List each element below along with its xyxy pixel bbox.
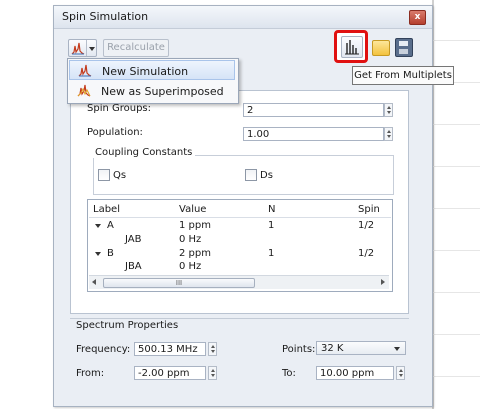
column-header-label[interactable]: Label (93, 204, 120, 215)
row-label: JAB (125, 234, 142, 245)
new-simulation-menu: New Simulation New as Superimposed (67, 58, 239, 104)
frequency-stepper[interactable] (208, 342, 217, 356)
bg-line (432, 166, 480, 167)
table-row[interactable]: JAB 0 Hz (88, 234, 390, 247)
row-n: 1 (268, 220, 275, 231)
column-header-spin[interactable]: Spin (358, 204, 380, 215)
expand-icon[interactable] (95, 252, 101, 256)
close-button[interactable]: x (409, 10, 426, 25)
scrollbar-thumb[interactable]: III (103, 278, 255, 288)
get-from-multiplets-highlight (334, 30, 368, 63)
row-value: 1 ppm (179, 220, 211, 231)
bg-line (432, 376, 480, 377)
spin-table[interactable]: Label Value N Spin A 1 ppm 1 1/2 JAB 0 H… (87, 199, 393, 292)
qs-checkbox[interactable] (98, 169, 110, 181)
ds-checkbox[interactable] (245, 169, 257, 181)
header-divider (89, 217, 391, 218)
ds-label: Ds (260, 170, 273, 181)
scroll-left-icon[interactable] (92, 279, 96, 285)
menu-item-new-as-superimposed[interactable]: New as Superimposed (69, 81, 235, 101)
spin-groups-label: Spin Groups: (87, 103, 152, 114)
tooltip: Get From Multiplets (352, 66, 454, 85)
population-input[interactable]: 1.00 (243, 127, 384, 141)
coupling-constants-title: Coupling Constants (92, 147, 196, 158)
spectrum-icon (78, 64, 92, 77)
row-label: B (107, 248, 114, 259)
points-label: Points: (282, 344, 316, 355)
points-select[interactable]: 32 K (316, 341, 406, 355)
row-spin: 1/2 (358, 248, 375, 259)
population-stepper[interactable] (384, 127, 393, 141)
points-value: 32 K (321, 343, 344, 354)
section-divider (70, 318, 409, 319)
save-icon[interactable] (395, 38, 413, 57)
bg-line (432, 40, 480, 41)
bg-line (432, 334, 480, 335)
from-stepper[interactable] (208, 366, 217, 380)
spin-groups-stepper[interactable] (384, 103, 393, 117)
multiplet-spectrum-icon (345, 40, 359, 55)
expand-icon[interactable] (95, 224, 101, 228)
menu-item-label: New as Superimposed (101, 85, 224, 98)
menu-item-new-simulation[interactable]: New Simulation (69, 60, 235, 80)
frequency-label: Frequency: (76, 344, 131, 355)
row-spin: 1/2 (358, 220, 375, 231)
superimposed-spectrum-icon (77, 84, 91, 97)
chevron-down-icon (394, 347, 400, 351)
spectrum-icon (71, 42, 85, 55)
to-input[interactable]: 10.00 ppm (316, 366, 394, 380)
new-simulation-dropdown-button[interactable] (68, 39, 97, 57)
row-value: 2 ppm (179, 248, 211, 259)
horizontal-scrollbar[interactable]: III (89, 275, 389, 289)
coupling-constants-group (93, 155, 394, 195)
to-label: To: (282, 368, 296, 379)
from-input[interactable]: -2.00 ppm (134, 366, 206, 380)
spectrum-properties-title: Spectrum Properties (76, 320, 179, 331)
table-row[interactable]: A 1 ppm 1 1/2 (88, 220, 390, 233)
recalculate-button[interactable]: Recalculate (103, 39, 169, 57)
row-value: 0 Hz (179, 261, 202, 272)
scroll-right-icon[interactable] (381, 279, 385, 285)
from-label: From: (76, 368, 105, 379)
menu-item-label: New Simulation (102, 65, 189, 78)
row-label: JBA (125, 261, 142, 272)
spin-groups-input[interactable]: 2 (243, 103, 384, 117)
folder-icon[interactable] (372, 40, 390, 56)
column-header-n[interactable]: N (268, 204, 275, 215)
row-label: A (107, 220, 114, 231)
title-bar: Spin Simulation x (54, 6, 432, 29)
column-header-value[interactable]: Value (179, 204, 206, 215)
bg-line (432, 124, 480, 125)
bg-line (432, 292, 480, 293)
get-from-multiplets-button[interactable] (341, 36, 363, 58)
row-n: 1 (268, 248, 275, 259)
bg-line (432, 208, 480, 209)
bg-line (432, 250, 480, 251)
to-stepper[interactable] (396, 366, 405, 380)
table-row[interactable]: B 2 ppm 1 1/2 (88, 248, 390, 261)
population-label: Population: (87, 127, 143, 138)
qs-label: Qs (113, 170, 127, 181)
chevron-down-icon (86, 40, 96, 56)
frequency-input[interactable]: 500.13 MHz (134, 342, 206, 356)
table-row[interactable]: JBA 0 Hz (88, 261, 390, 274)
window-title: Spin Simulation (62, 10, 149, 23)
row-value: 0 Hz (179, 234, 202, 245)
